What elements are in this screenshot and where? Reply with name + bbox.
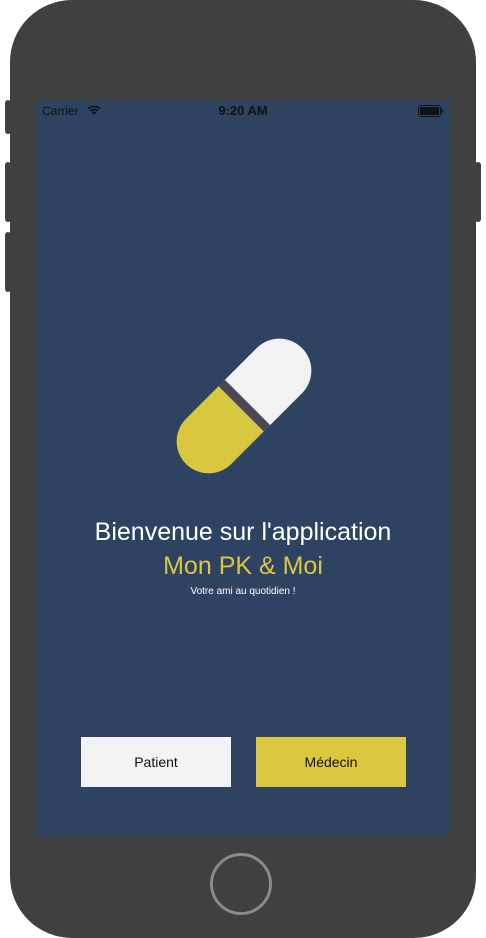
status-bar: Carrier 9:20 AM <box>36 100 450 122</box>
pill-capsule-icon <box>176 338 312 474</box>
app-name-title: Mon PK & Moi <box>163 552 323 580</box>
medecin-button[interactable]: Médecin <box>256 737 406 787</box>
status-time: 9:20 AM <box>218 103 268 118</box>
tagline-text: Votre ami au quotidien ! <box>190 586 296 597</box>
patient-button[interactable]: Patient <box>81 737 231 787</box>
welcome-heading: Bienvenue sur l'application <box>94 518 392 546</box>
battery-icon <box>418 105 444 117</box>
app-screen: Carrier 9:20 AM Bienvenue sur l'applicat… <box>36 100 450 836</box>
home-button[interactable] <box>210 853 272 915</box>
